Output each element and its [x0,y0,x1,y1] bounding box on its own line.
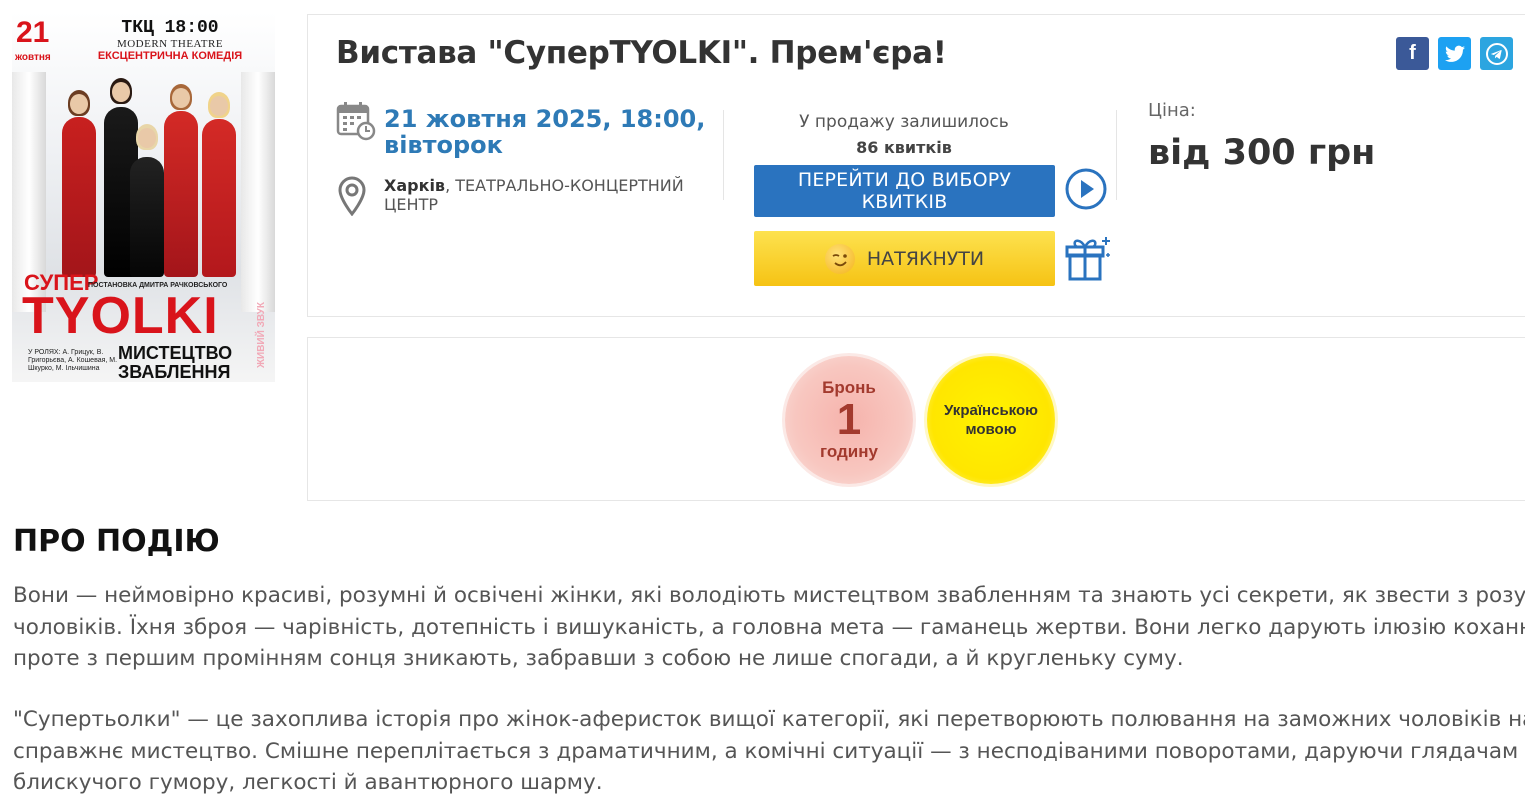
language-badge: Українською мовою [927,356,1055,484]
price-value: від 300 грн [1148,133,1376,173]
poster-tagline-line1: МИСТЕЦТВО [118,343,233,363]
poster-venue: MODERN THEATRE [116,38,224,50]
facebook-icon: f [1409,42,1416,64]
hint-gift-button[interactable]: НАТЯКНУТИ [754,231,1055,286]
tickets-remaining-label: У продажу залишилось [799,112,1009,132]
event-date: 21 жовтня 2025, 18:00, вівторок [384,106,705,158]
event-weekday: вівторок [384,131,503,159]
venue-separator: , [445,176,456,195]
poster-title-tyolki: TYOLKI [22,287,219,345]
event-info-card: Вистава "СуперTYOLKI". Прем'єра! f 21 жо… [307,14,1525,317]
paragraph-line: чоловіків. Їхня зброя — чарівність, доте… [13,614,1525,640]
paragraph-line: Вони — неймовірно красиві, розумні й осв… [13,583,1525,608]
event-city: Харків [384,176,446,195]
play-video-icon[interactable] [1064,167,1108,211]
reservation-badge-hours: 1 [836,395,862,444]
gift-icon[interactable] [1064,233,1112,283]
event-date-line1: 21 жовтня 2025, 18:00, [384,105,706,133]
poster-time: ТКЦ 18:00 [121,18,219,38]
poster-date: 21 [16,16,50,49]
event-poster[interactable]: 21 жовтня ТКЦ 18:00 MODERN THEATRE ЕКСЦЕ… [12,12,275,382]
calendar-icon [336,102,376,141]
price-label: Ціна: [1148,100,1196,121]
wink-emoji-icon [824,243,855,274]
poster-live-sound: ЖИВИЙ ЗВУК [256,302,267,369]
paragraph-line: "Супертьолки" — це захоплива історія про… [13,707,1525,732]
language-badge-line2: мовою [965,421,1017,438]
about-paragraph-2: "Супертьолки" — це захоплива історія про… [13,704,1525,795]
choose-tickets-button[interactable]: ПЕРЕЙТИ ДО ВИБОРУ КВИТКІВ [754,165,1055,217]
hint-button-label: НАТЯКНУТИ [866,247,985,270]
telegram-share-button[interactable] [1480,37,1513,70]
poster-genre: ЕКСЦЕНТРИЧНА КОМЕДІЯ [97,50,243,62]
about-section-title: ПРО ПОДІЮ [13,524,220,559]
paragraph-line: блискучого гумору, легкості й авантюрног… [13,770,603,795]
telegram-icon [1485,42,1508,65]
event-features: Бронь 1 годину Українською мовою [307,337,1525,501]
tickets-remaining: У продажу залишилось 86 квитків [754,110,1054,160]
event-title: Вистава "СуперTYOLKI". Прем'єра! [336,35,947,71]
about-paragraph-1: Вони — неймовірно красиві, розумні й осв… [13,580,1525,675]
twitter-share-button[interactable] [1438,37,1471,70]
facebook-share-button[interactable]: f [1396,37,1429,70]
divider [723,110,724,200]
poster-cast: У РОЛЯХ: А. Грицук, В. Григорьєва, А. Ко… [28,349,118,372]
reservation-badge-unit: годину [820,442,878,461]
divider [1116,110,1117,200]
poster-tagline: МИСТЕЦТВО ЗВАБЛЕННЯ [118,344,232,382]
paragraph-line: справжнє мистецтво. Смішне переплітаєтьс… [13,738,1525,764]
tickets-remaining-count: 86 квитків [856,138,952,157]
twitter-icon [1444,45,1465,62]
poster-tagline-line2: ЗВАБЛЕННЯ [118,362,231,382]
paragraph-line: проте з першим промінням сонця зникають,… [13,646,1184,671]
poster-month: жовтня [15,52,51,63]
location-pin-icon [338,176,366,216]
reservation-badge: Бронь 1 годину [785,356,913,484]
poster-pillar [241,72,275,312]
event-venue[interactable]: Харків, ТЕАТРАЛЬНО-КОНЦЕРТНИЙ ЦЕНТР [384,176,684,214]
language-badge-line1: Українською [944,402,1038,419]
